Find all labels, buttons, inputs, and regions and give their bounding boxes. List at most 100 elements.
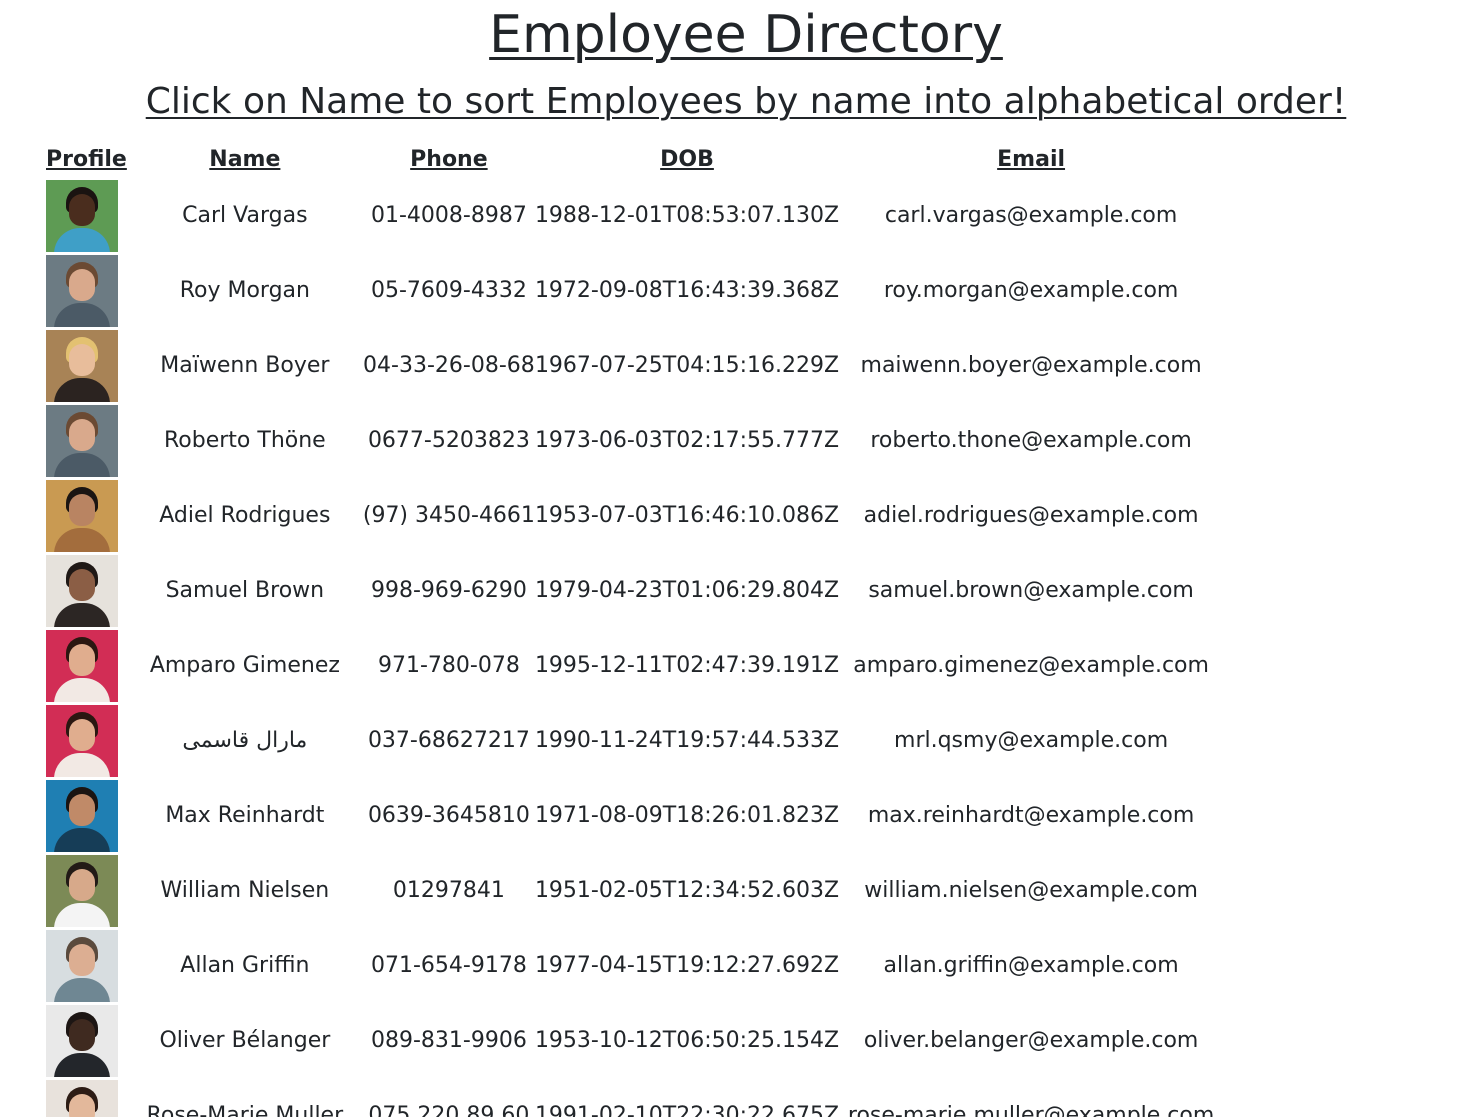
employee-phone: 998-969-6290 <box>370 578 527 603</box>
avatar-head <box>69 943 95 976</box>
avatar-head <box>69 643 95 676</box>
employee-dob: 1972-09-08T16:43:39.368Z <box>534 278 840 303</box>
employee-phone: 971-780-078 <box>377 653 520 678</box>
avatar <box>46 479 118 552</box>
table-row: Carl Vargas 01-4008-8987 1988-12-01T08:53:… <box>46 178 1223 253</box>
profile-cell <box>46 628 127 703</box>
employee-email: william.nielsen@example.com <box>864 878 1198 903</box>
table-row: William Nielsen 01297841 1951-02-05T12:34:… <box>46 853 1223 928</box>
employee-dob: 1979-04-23T01:06:29.804Z <box>534 578 840 603</box>
employee-name: Allan Griffin <box>180 953 310 978</box>
page-title: Employee Directory <box>489 5 1003 65</box>
avatar-body <box>54 602 110 627</box>
avatar <box>46 554 118 627</box>
sort-instructions: Click on Name to sort Employees by name … <box>145 81 1347 122</box>
employee-rows: Carl Vargas 01-4008-8987 1988-12-01T08:53:… <box>46 178 1223 1117</box>
avatar-head <box>69 868 95 901</box>
employee-table: Profile Name Phone DOB Email Carl Vargas… <box>46 140 1223 1117</box>
employee-dob: 1951-02-05T12:34:52.603Z <box>534 878 840 903</box>
employee-dob: 1990-11-24T19:57:44.533Z <box>534 728 840 753</box>
avatar-body <box>54 977 110 1002</box>
column-header-phone: Phone <box>410 146 488 172</box>
employee-email: roberto.thone@example.com <box>870 428 1192 453</box>
avatar-body <box>54 302 110 327</box>
employee-dob: 1953-10-12T06:50:25.154Z <box>534 1028 840 1053</box>
employee-name: Rose-Marie Muller <box>146 1103 344 1117</box>
avatar <box>46 254 118 327</box>
employee-name: مارال قاسمی <box>182 728 308 753</box>
employee-name: Samuel Brown <box>165 578 325 603</box>
avatar-head <box>69 493 95 526</box>
avatar <box>46 929 118 1002</box>
avatar-body <box>54 902 110 927</box>
avatar <box>46 629 118 702</box>
table-row: Maïwenn Boyer 04-33-26-08-68 1967-07-25T04… <box>46 328 1223 403</box>
employee-phone: 0677-5203823 <box>367 428 530 453</box>
avatar-head <box>69 418 95 451</box>
employee-dob: 1953-07-03T16:46:10.086Z <box>534 503 840 528</box>
avatar-head <box>69 343 95 376</box>
employee-email: oliver.belanger@example.com <box>863 1028 1199 1053</box>
table-row: Roberto Thöne 0677-5203823 1973-06-03T02:1… <box>46 403 1223 478</box>
employee-email: samuel.brown@example.com <box>868 578 1194 603</box>
avatar-body <box>54 827 110 852</box>
employee-name: Amparo Gimenez <box>149 653 340 678</box>
profile-cell <box>46 1078 127 1117</box>
employee-email: carl.vargas@example.com <box>884 203 1178 228</box>
table-header-row: Profile Name Phone DOB Email <box>46 140 1223 178</box>
employee-phone: 071-654-9178 <box>370 953 527 978</box>
avatar <box>46 704 118 777</box>
column-header-name-sort-button[interactable]: Name <box>127 140 363 178</box>
employee-phone: 089-831-9906 <box>370 1028 527 1053</box>
profile-cell <box>46 253 127 328</box>
employee-name: Roy Morgan <box>179 278 310 303</box>
employee-email: roy.morgan@example.com <box>883 278 1179 303</box>
employee-dob: 1991-02-10T22:30:22.675Z <box>534 1103 840 1117</box>
employee-email: amparo.gimenez@example.com <box>853 653 1209 678</box>
profile-cell <box>46 328 127 403</box>
employee-name: William Nielsen <box>160 878 330 903</box>
employee-dob: 1988-12-01T08:53:07.130Z <box>534 203 840 228</box>
avatar-body <box>54 527 110 552</box>
employee-dob: 1967-07-25T04:15:16.229Z <box>534 353 840 378</box>
employee-name: Oliver Bélanger <box>159 1028 331 1053</box>
employee-phone: 01-4008-8987 <box>370 203 527 228</box>
table-row: Rose-Marie Muller 075 220 89 60 1991-02-10… <box>46 1078 1223 1117</box>
table-row: Max Reinhardt 0639-3645810 1971-08-09T18:2… <box>46 778 1223 853</box>
employee-email: max.reinhardt@example.com <box>867 803 1195 828</box>
employee-email: adiel.rodrigues@example.com <box>863 503 1199 528</box>
employee-phone: 037-68627217 <box>367 728 530 753</box>
employee-email: maiwenn.boyer@example.com <box>860 353 1202 378</box>
employee-phone: 0639-3645810 <box>367 803 530 828</box>
table-row: مارال قاسمی 037-68627217 1990-11-24T19:57:… <box>46 703 1223 778</box>
employee-phone: 01297841 <box>392 878 505 903</box>
employee-name: Roberto Thöne <box>164 428 326 453</box>
table-row: Amparo Gimenez 971-780-078 1995-12-11T02:4… <box>46 628 1223 703</box>
avatar <box>46 1079 118 1117</box>
profile-cell <box>46 778 127 853</box>
employee-phone: 05-7609-4332 <box>370 278 527 303</box>
avatar <box>46 179 118 252</box>
avatar-body <box>54 227 110 252</box>
employee-name: Max Reinhardt <box>165 803 325 828</box>
employee-dob: 1971-08-09T18:26:01.823Z <box>534 803 840 828</box>
avatar <box>46 854 118 927</box>
profile-cell <box>46 178 127 253</box>
avatar <box>46 404 118 477</box>
table-row: Adiel Rodrigues (97) 3450-4661 1953-07-03T… <box>46 478 1223 553</box>
avatar-head <box>69 193 95 226</box>
profile-cell <box>46 403 127 478</box>
employee-dob: 1977-04-15T19:12:27.692Z <box>534 953 840 978</box>
employee-dob: 1973-06-03T02:17:55.777Z <box>534 428 840 453</box>
employee-phone: 075 220 89 60 <box>368 1103 530 1117</box>
profile-cell <box>46 478 127 553</box>
employee-name: Adiel Rodrigues <box>159 503 331 528</box>
table-row: Samuel Brown 998-969-6290 1979-04-23T01:06… <box>46 553 1223 628</box>
table-row: Roy Morgan 05-7609-4332 1972-09-08T16:43:3… <box>46 253 1223 328</box>
employee-email: allan.griffin@example.com <box>883 953 1179 978</box>
avatar-head <box>69 568 95 601</box>
column-header-email: Email <box>997 146 1066 172</box>
profile-cell <box>46 928 127 1003</box>
profile-cell <box>46 853 127 928</box>
employee-email: mrl.qsmy@example.com <box>894 728 1169 753</box>
